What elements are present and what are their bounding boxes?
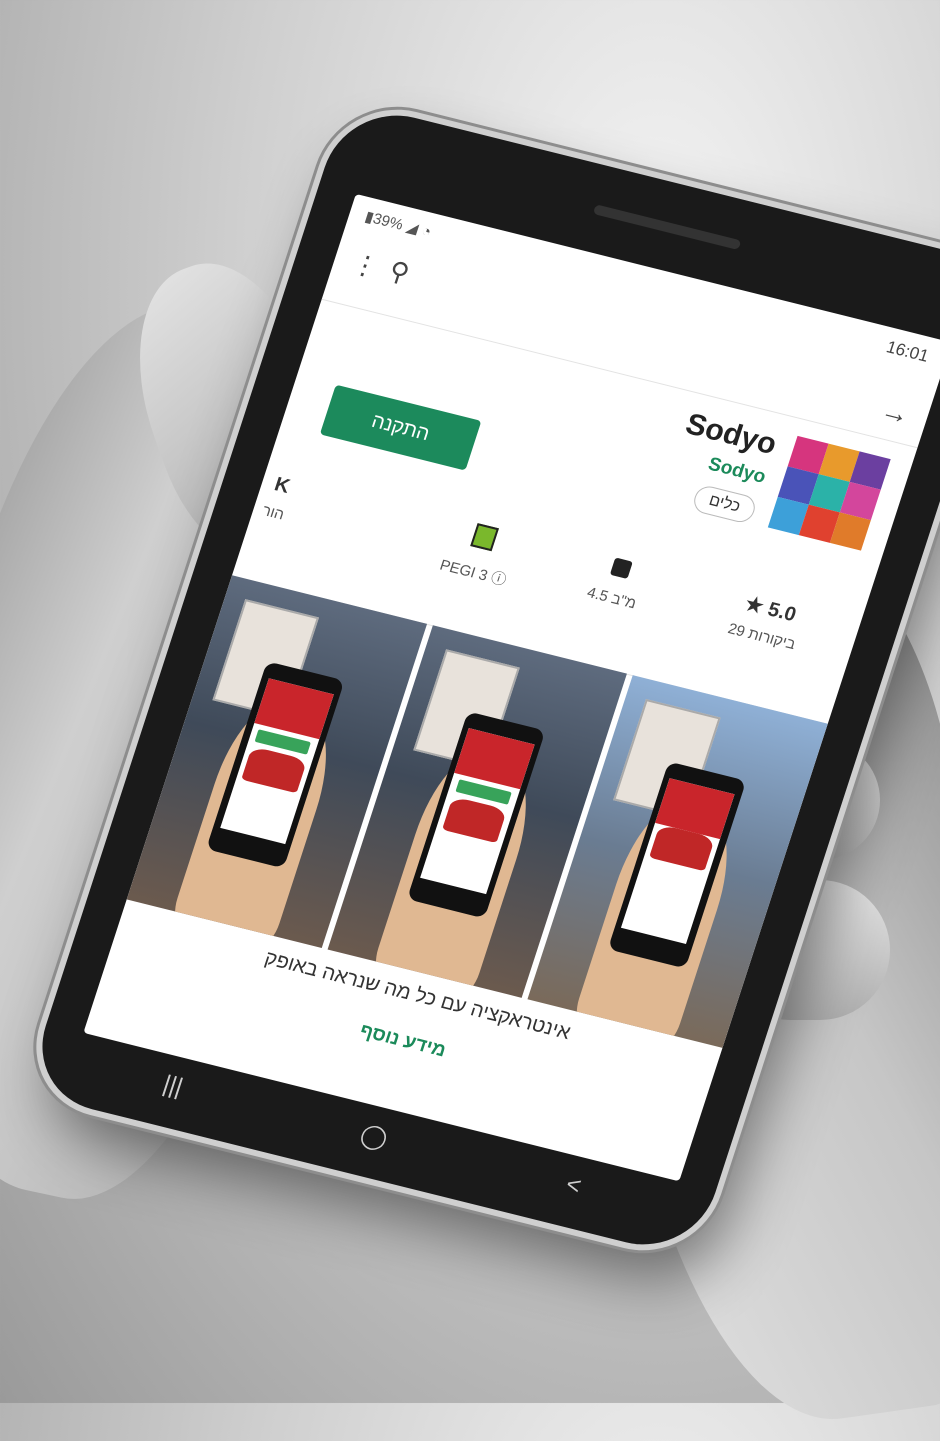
back-icon[interactable]: < bbox=[562, 1171, 584, 1201]
menu-icon[interactable]: ⋮ bbox=[348, 248, 383, 284]
home-icon[interactable]: ◯ bbox=[357, 1119, 392, 1153]
recent-apps-icon[interactable]: ||| bbox=[159, 1070, 187, 1101]
arrow-right-icon[interactable]: → bbox=[877, 394, 914, 431]
category-chip[interactable]: כלים bbox=[690, 483, 759, 525]
search-icon[interactable]: ⚲ bbox=[385, 255, 413, 289]
app-icon bbox=[767, 435, 891, 551]
size-stat: 4.5 מ"ב bbox=[556, 546, 678, 619]
install-button[interactable]: התקנה bbox=[319, 384, 482, 471]
partial-stat-bottom: הור bbox=[260, 502, 287, 524]
pegi-stat[interactable]: PEGI 3 ⓘ bbox=[417, 512, 542, 595]
earpiece-speaker bbox=[592, 204, 742, 251]
pegi-icon bbox=[470, 523, 499, 552]
partial-stat-top: K bbox=[271, 473, 293, 498]
rating-stat[interactable]: ★ 5.0 29 ביקורות bbox=[701, 583, 833, 660]
download-icon bbox=[609, 557, 633, 579]
app-title: Sodyo bbox=[681, 407, 781, 462]
photo-scene: ▮39% ◢ ◔ 16:01 ⋮ ⚲ → Sodyo Sodyo כלים הת… bbox=[0, 0, 940, 1441]
status-time: 16:01 bbox=[883, 337, 932, 366]
partial-stat: K הור bbox=[251, 470, 305, 525]
